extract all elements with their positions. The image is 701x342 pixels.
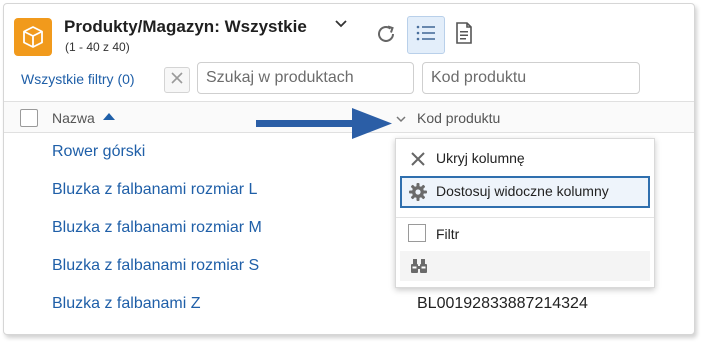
binoculars-icon (410, 258, 428, 274)
pointer-arrow-icon (256, 108, 392, 139)
close-icon (170, 71, 184, 90)
menu-item-hide-column[interactable]: Ukryj kolumnę (400, 143, 650, 175)
filter-checkbox[interactable] (408, 224, 426, 242)
page-header: Produkty/Magazyn: Wszystkie (1 - 40 z 40… (4, 4, 694, 60)
product-name-link[interactable]: Bluzka z falbanami Z (52, 295, 201, 313)
menu-item-customize-columns[interactable]: Dostosuj widoczne kolumny (400, 176, 650, 208)
menu-divider (396, 217, 654, 218)
column-header-product-code[interactable]: Kod produktu (417, 110, 500, 126)
chevron-down-icon[interactable] (333, 16, 349, 32)
filter-bar: Wszystkie filtry (0) (4, 60, 694, 100)
column-context-menu: Ukryj kolumnę Dostosuj widoczne kolumny (395, 138, 655, 288)
app-window: Produkty/Magazyn: Wszystkie (1 - 40 z 40… (3, 3, 695, 335)
product-name-link[interactable]: Bluzka z falbanami rozmiar M (52, 219, 262, 237)
column-menu-chevron-icon[interactable] (395, 112, 407, 124)
all-filters-link[interactable]: Wszystkie filtry (0) (21, 71, 135, 87)
menu-item-label: Filtr (436, 226, 460, 242)
gear-icon (408, 182, 428, 202)
box-icon (14, 18, 52, 56)
list-icon (415, 23, 437, 48)
refresh-icon (375, 23, 397, 50)
select-all-checkbox[interactable] (20, 109, 38, 127)
product-name-link[interactable]: Bluzka z falbanami rozmiar S (52, 257, 259, 275)
product-name-link[interactable]: Bluzka z falbanami rozmiar L (52, 181, 257, 199)
menu-item-label: Ukryj kolumnę (436, 150, 525, 166)
menu-item-label: Dostosuj widoczne kolumny (436, 183, 609, 199)
filter-value-input[interactable] (400, 251, 650, 281)
document-view-button[interactable] (451, 20, 477, 50)
refresh-button[interactable] (372, 22, 400, 50)
close-icon (408, 149, 428, 169)
page-title: Produkty/Magazyn: Wszystkie (64, 17, 307, 36)
document-icon (455, 21, 473, 49)
product-name-link[interactable]: Rower górski (52, 143, 145, 161)
list-view-button[interactable] (407, 16, 445, 54)
column-header-name[interactable]: Nazwa (52, 110, 95, 126)
product-code-cell: BL00192833887214324 (417, 295, 588, 312)
menu-item-filter[interactable]: Filtr (400, 219, 650, 251)
record-count: (1 - 40 z 40) (65, 40, 130, 54)
sort-ascending-icon[interactable] (103, 113, 115, 120)
table-row[interactable]: Bluzka z falbanami Z BL00192833887214324 (4, 287, 694, 325)
product-code-input[interactable] (422, 62, 640, 94)
clear-filters-button[interactable] (164, 67, 190, 93)
search-input[interactable] (197, 62, 414, 94)
